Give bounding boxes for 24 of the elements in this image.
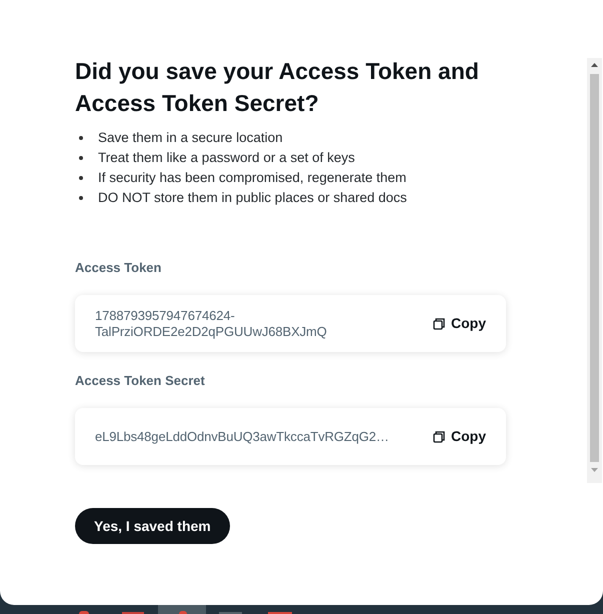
- token-value: eL9Lbs48geLddOdnvBuUQ3awTkccaTvRGZqG2…: [95, 428, 390, 444]
- tip-text: If security has been compromised, regenerate them: [98, 168, 406, 187]
- copy-button[interactable]: Copy: [433, 426, 486, 447]
- taskbar-icon[interactable]: [179, 611, 187, 614]
- field-label: Access Token: [75, 260, 162, 276]
- token-value: 1788793957947674624-TalPrziORDE2e2D2qPGUUwJ68BXJmQ: [95, 308, 328, 340]
- confirm-button[interactable]: Yes, I saved them: [75, 508, 230, 544]
- tip-text: Save them in a secure location: [98, 128, 283, 147]
- bullet-icon: [79, 136, 83, 140]
- taskbar-icon[interactable]: [79, 611, 89, 614]
- dialog-title: Did you save your Access Token and Access Token Secret?: [75, 57, 480, 118]
- tip-text: Treat them like a password or a set of keys: [98, 148, 355, 167]
- bullet-icon: [79, 176, 83, 180]
- scroll-down-icon[interactable]: [591, 468, 598, 472]
- bullet-icon: [79, 196, 83, 200]
- scrollbar-thumb[interactable]: [590, 74, 599, 462]
- copy-button[interactable]: Copy: [433, 313, 486, 334]
- tip-text: DO NOT store them in public places or shared docs: [98, 188, 407, 207]
- copy-icon: [433, 318, 445, 330]
- taskbar-item[interactable]: [158, 605, 206, 614]
- scroll-up-icon[interactable]: [591, 63, 598, 67]
- bullet-icon: [79, 156, 83, 160]
- copy-icon: [433, 430, 445, 442]
- field-label: Access Token Secret: [75, 373, 205, 389]
